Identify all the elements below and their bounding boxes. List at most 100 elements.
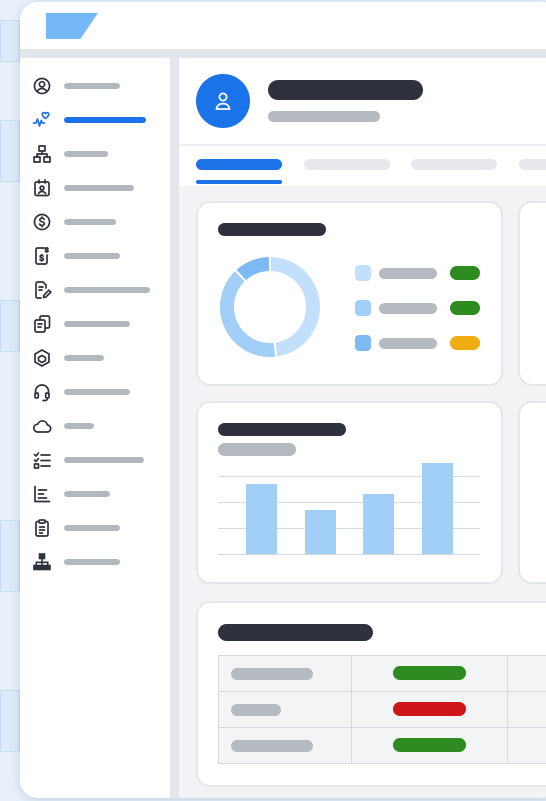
donut-slice-1 [269,255,322,359]
bar-3 [363,494,394,554]
status-badge [450,266,480,280]
data-table [218,655,546,764]
sidebar-item-label [64,219,116,225]
copy-documents-icon [34,315,51,333]
sidebar-item-label [64,321,130,327]
legend-swatch [355,265,371,281]
legend-row [355,300,485,318]
legend-label [379,268,437,279]
profile-header [179,58,546,186]
sidebar-item-billing[interactable] [32,212,162,232]
sidebar-item-label [64,185,134,191]
sidebar-item-support[interactable] [32,382,162,402]
sidebar-item-reports[interactable] [32,484,162,504]
cloud-icon [32,420,52,433]
status-badge [450,301,480,315]
sidebar-item-invoices[interactable] [32,246,162,266]
cell-text [231,740,313,752]
status-badge [450,336,480,350]
sidebar-item-label [64,117,146,123]
person-icon [215,92,231,110]
background-tile [0,300,20,352]
bar-4 [421,463,453,554]
app-window [20,2,546,798]
sidebar-item-label [64,423,94,429]
status-badge [393,738,466,752]
legend-row [355,265,485,283]
table-card [196,601,546,787]
sidebar-item-cloud[interactable] [32,416,162,436]
tab-details[interactable] [304,159,390,170]
table-row[interactable] [218,691,546,728]
legend-row [355,335,485,353]
table-row[interactable] [218,727,546,764]
card-title [218,223,326,236]
sidebar-item-label [64,389,130,395]
sidebar-divider [170,58,179,798]
heart-pulse-icon [32,111,50,127]
sidebar-item-organization[interactable] [32,144,162,164]
sidebar-item-notes[interactable] [32,280,162,300]
sitemap-icon [33,145,51,163]
clipboard-icon [35,519,49,537]
background-tile [0,120,20,182]
status-badge [393,666,466,680]
sidebar-item-profile[interactable] [32,76,162,96]
sidebar-item-health[interactable] [32,110,162,130]
donut-slice-2 [218,268,278,359]
main-content [179,58,546,798]
calendar-user-icon [34,179,50,197]
sidebar-item-tasks[interactable] [32,450,162,470]
sidebar-item-label [64,253,120,259]
bar-list-icon [34,485,51,503]
dollar-circle-icon [33,213,51,231]
page-subtitle [268,111,380,122]
bar-2 [304,510,336,554]
partial-card [518,201,546,386]
page-title [268,80,423,100]
sidebar-item-label [64,151,108,157]
money-document-icon [35,247,49,265]
legend-swatch [355,335,371,351]
sidebar-item-documents[interactable] [32,314,162,334]
tab-history[interactable] [411,159,497,170]
sidebar-item-label [64,83,120,89]
bar-1 [246,484,277,554]
legend-label [379,338,437,349]
top-bar-divider [20,49,546,58]
headset-icon [34,384,50,402]
app-logo[interactable] [46,13,98,39]
status-badge [393,702,466,716]
avatar[interactable] [196,74,250,128]
tab-overview[interactable] [196,159,282,170]
bar-chart [198,403,501,582]
sidebar-item-label [64,355,104,361]
active-tab-indicator [196,180,282,184]
user-circle-icon [33,77,51,95]
sidebar-item-appointments[interactable] [32,178,162,198]
background-tile [0,690,20,752]
sidebar-item-records[interactable] [32,518,162,538]
legend-label [379,303,437,314]
tab-more[interactable] [519,159,546,170]
background-tile [0,520,20,592]
checklist-icon [33,452,51,469]
sidebar-item-products[interactable] [32,348,162,368]
legend-swatch [355,300,371,316]
table-row[interactable] [218,655,546,692]
cube-icon [34,349,50,367]
partial-card [518,401,546,584]
sidebar-item-label [64,491,110,497]
header-divider [179,144,546,146]
background-tile [0,20,20,62]
cell-text [231,704,281,716]
document-edit-icon [35,281,52,299]
chart-baseline [218,554,480,555]
donut-chart [218,255,322,359]
sidebar-item-network[interactable] [32,552,162,572]
sidebar-item-label [64,287,150,293]
donut-chart-card [196,201,503,386]
sidebar-item-label [64,457,144,463]
sidebar-item-label [64,525,120,531]
network-icon [33,553,51,571]
